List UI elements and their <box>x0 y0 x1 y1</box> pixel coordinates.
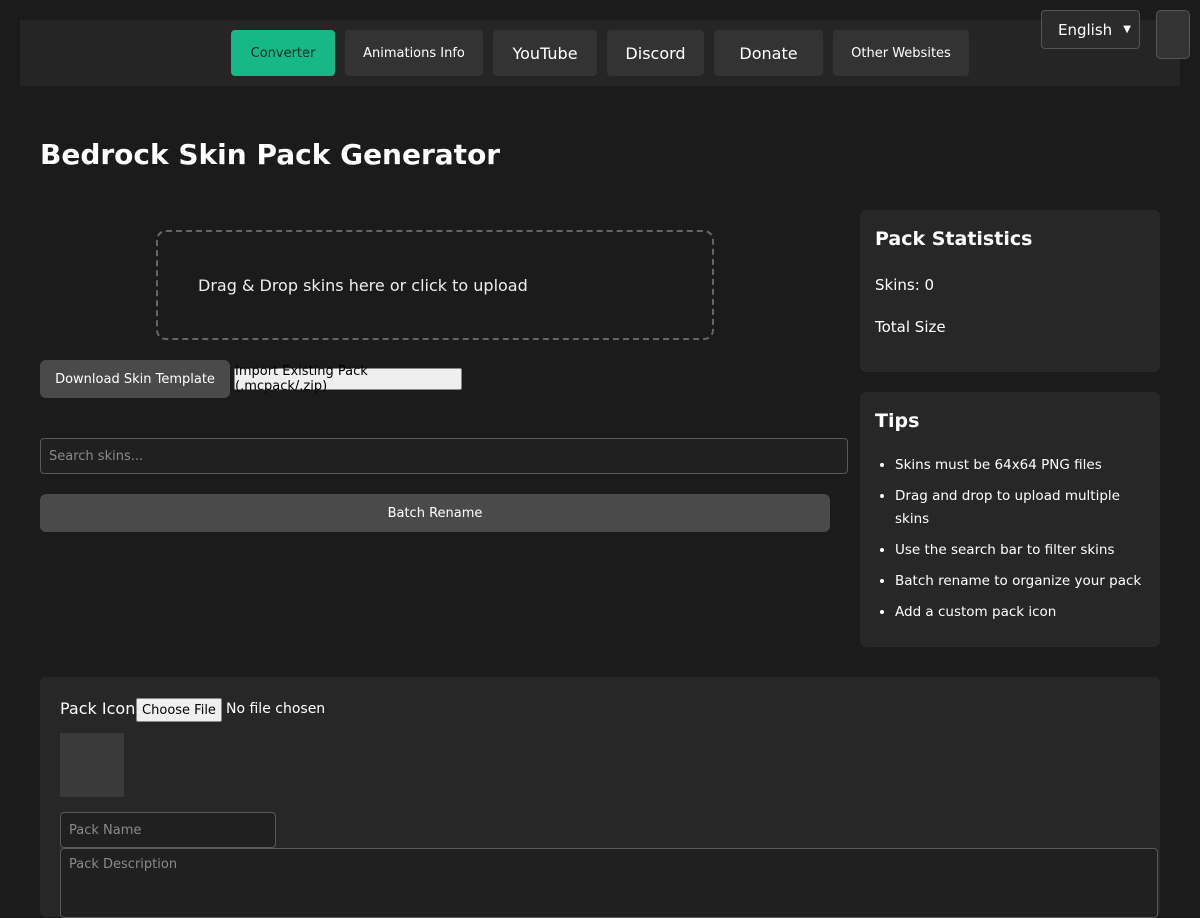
nav-youtube[interactable]: YouTube <box>493 30 597 76</box>
tip-item: Use the search bar to filter skins <box>895 539 1145 562</box>
search-input[interactable] <box>40 438 848 474</box>
stat-total-size: Total Size <box>875 318 946 336</box>
batch-rename-button[interactable]: Batch Rename <box>40 494 830 532</box>
tip-item: Drag and drop to upload multiple skins <box>895 485 1145 531</box>
pack-description-input[interactable] <box>60 848 1158 918</box>
dropzone-text: Drag & Drop skins here or click to uploa… <box>198 275 528 295</box>
theme-toggle-button[interactable] <box>1156 10 1190 59</box>
nav-animations-info[interactable]: Animations Info <box>345 30 483 76</box>
pack-statistics-card: Pack Statistics Skins: 0 Total Size <box>860 210 1160 372</box>
pack-icon-preview <box>60 733 124 797</box>
tip-item: Add a custom pack icon <box>895 601 1145 624</box>
tips-list: Skins must be 64x64 PNG files Drag and d… <box>875 454 1145 624</box>
nav-converter[interactable]: Converter <box>231 30 335 76</box>
page-title: Bedrock Skin Pack Generator <box>40 138 501 171</box>
chevron-down-icon: ▼ <box>1123 24 1131 35</box>
nav-discord[interactable]: Discord <box>607 30 704 76</box>
tips-card: Tips Skins must be 64x64 PNG files Drag … <box>860 392 1160 647</box>
nav-other-websites[interactable]: Other Websites <box>833 30 969 76</box>
import-pack-button[interactable]: Import Existing Pack (.mcpack/.zip) <box>234 364 462 394</box>
nav-donate[interactable]: Donate <box>714 30 823 76</box>
choose-file-button[interactable]: Choose File <box>136 698 222 722</box>
no-file-text: No file chosen <box>226 701 326 717</box>
stats-title: Pack Statistics <box>875 228 1033 250</box>
pack-name-input[interactable] <box>60 812 276 848</box>
download-template-button[interactable]: Download Skin Template <box>40 360 230 398</box>
tip-item: Batch rename to organize your pack <box>895 570 1145 593</box>
language-select[interactable]: English ▼ <box>1041 10 1140 49</box>
stat-skins: Skins: 0 <box>875 276 935 294</box>
skin-dropzone[interactable]: Drag & Drop skins here or click to uploa… <box>156 230 714 340</box>
tips-title: Tips <box>875 410 920 432</box>
pack-icon-label: Pack Icon <box>60 699 136 718</box>
top-nav: Converter Animations Info YouTube Discor… <box>20 20 1180 86</box>
language-selected-value: English <box>1058 20 1113 39</box>
tip-item: Skins must be 64x64 PNG files <box>895 454 1145 477</box>
